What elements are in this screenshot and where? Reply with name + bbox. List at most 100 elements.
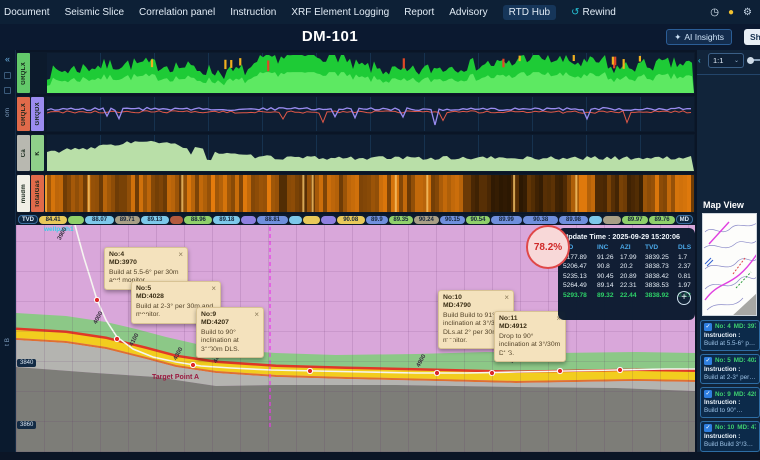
callout-header: No:10MD:4790 [443,294,509,310]
instruction-card-no9[interactable]: ✓No: 9MD: 4207Instruction : Build to 90°… [700,387,760,418]
close-icon[interactable]: × [504,293,509,303]
callout-header: No:9MD:4207 [201,311,259,327]
survey-cell: 5235.13 [563,273,597,280]
tvd-axis-label: 3840 [17,359,36,367]
ribbon-segment: 90.15 [440,216,465,224]
update-time-label: Update Time : [563,232,610,241]
zoom-in-button[interactable]: + [677,291,691,305]
bulb-icon[interactable]: ● [728,7,734,18]
card-instruction: Instruction : Build at 2-3° per 30m and … [704,366,756,382]
card-checkbox[interactable]: ✓ [704,357,712,365]
callout-header: No:11MD:4912 [499,315,561,331]
survey-cell: 2.37 [678,263,690,270]
survey-table: MDINCAZITVDDLS5177.8991.2617.993839.251.… [563,244,690,299]
track-image-plot [47,175,694,212]
chevron-down-icon: ⌄ [734,57,739,64]
curve-label-totalgas: TotalGas [31,175,44,212]
card-header-row: ✓No: 5MD: 4028 [704,357,756,365]
curve-label-ca: Ca [17,135,30,171]
callout-text: Drop to 90° inclination at 3°/30m DLS. [499,333,561,357]
show-mode-button[interactable]: Show Mode [744,29,760,45]
slider-knob[interactable] [747,57,754,64]
ribbon-segment [289,216,302,224]
menu-item-instruction[interactable]: Instruction [230,7,276,18]
menu-item-document[interactable]: Document [4,7,50,18]
ribbon-segment: 89.99 [491,216,522,224]
callout-text: Build to 90° inclination at 3°/30m DLS. [201,329,259,353]
survey-col-header: AZI [620,244,645,251]
clock-icon[interactable]: ◷ [710,7,719,18]
left-tool-icon-2[interactable] [4,87,11,94]
menu-item-rtd-hub[interactable]: RTD Hub [503,5,557,20]
left-collapse-icon[interactable]: « [5,54,10,64]
menu-item-correlation-panel[interactable]: Correlation panel [139,7,215,18]
menu-items: Document Seismic Slice Correlation panel In… [4,5,556,20]
survey-cell: 5206.47 [563,263,597,270]
ribbon-segment [170,216,183,224]
instruction-card-no10[interactable]: ✓No: 10MD: 4790Instruction : Build Build… [700,421,760,452]
sidebar-collapse-icon[interactable]: ‹ [698,56,701,65]
card-instruction: Instruction : Build to 90° 3°/30m DLS. [704,399,756,415]
track-ca-k-plot [47,135,694,171]
close-icon[interactable]: × [211,284,216,294]
ribbon-segment [241,216,256,224]
gear-icon[interactable]: ⚙ [743,7,752,18]
curve-label-k: K [31,135,44,171]
card-header-row: ✓No: 4MD: 3970 [704,323,756,331]
menu-item-advisory[interactable]: Advisory [449,7,487,18]
bottom-bar [0,452,760,460]
scale-dropdown[interactable]: 1:1 ⌄ [708,53,744,68]
track-grq-labels: GRQLXGRQDX [17,97,44,131]
instruction-callout-no-11: No:11MD:4912×Drop to 90° inclination at … [494,311,566,362]
menu-item-report[interactable]: Report [404,7,434,18]
ribbon-segment: 89.35 [389,216,413,224]
card-checkbox[interactable]: ✓ [704,390,712,398]
card-checkbox[interactable]: ✓ [704,424,712,432]
update-time-value: 2025-09-29 15:20:06 [612,232,680,241]
survey-cell: 90.45 [597,273,620,280]
survey-col-header: DLS [678,244,690,251]
survey-cell: 20.89 [620,273,645,280]
map-view[interactable] [702,213,757,316]
left-vertical-label: om [4,108,11,117]
left-tool-icon[interactable] [4,72,11,79]
menu-item-rewind[interactable]: ↺ Rewind [571,7,616,18]
callout-header: No:5MD:4028 [136,285,216,301]
menu-item-seismic-slice[interactable]: Seismic Slice [65,7,124,18]
card-md: MD: 4028 [734,357,756,365]
menu-item-xrf-element-logging[interactable]: XRF Element Logging [291,7,389,18]
track-gr-labels: GRQLX [17,53,30,93]
survey-cell: 3838.42 [645,273,678,280]
survey-cell: 1.97 [678,282,690,289]
card-md: MD: 4207 [734,391,756,399]
menu-bar: Document Seismic Slice Correlation panel In… [0,0,760,24]
ribbon-segment: 84.41 [39,216,67,224]
track-ca-k-labels: CaK [17,135,44,171]
survey-cell: 5264.49 [563,282,597,289]
ribbon-segment: 90.38 [523,216,559,224]
ribbon-segment: 89.9 [366,216,388,224]
close-icon[interactable]: × [178,250,183,260]
card-checkbox[interactable]: ✓ [704,323,712,331]
close-icon[interactable]: × [254,310,259,320]
instruction-callout-no-9: No:9MD:4207× Build to 90° inclination at … [196,307,264,358]
ribbon-segment: 90.54 [466,216,490,224]
zoom-slider[interactable] [749,59,760,61]
ribbon-segment: 90.24 [414,216,439,224]
ribbon-segment: 89.98 [559,216,587,224]
wellpath-label: wellpath1 [44,226,74,233]
ribbon-md-pill: MD [676,215,693,224]
card-instruction: Instruction : Build at 5.5-6° per 30m an… [704,332,756,348]
ribbon-segment: 88.96 [184,216,212,224]
ribbon-segment [589,216,602,224]
ai-insights-button[interactable]: ✦ AI Insights [666,29,732,45]
track-grq-plot [47,97,694,131]
track-ca-k: CaK [16,134,695,172]
card-no: No: 10 [715,424,734,432]
ribbon-segment [321,216,336,224]
card-md: MD: 4790 [737,424,756,432]
left-collapsed-panel: « om t B [0,50,16,452]
instruction-card-no4[interactable]: ✓No: 4MD: 3970Instruction : Build at 5.5… [700,320,760,351]
instruction-card-no5[interactable]: ✓No: 5MD: 4028Instruction : Build at 2-3… [700,354,760,385]
card-no: No: 5 [715,357,731,365]
